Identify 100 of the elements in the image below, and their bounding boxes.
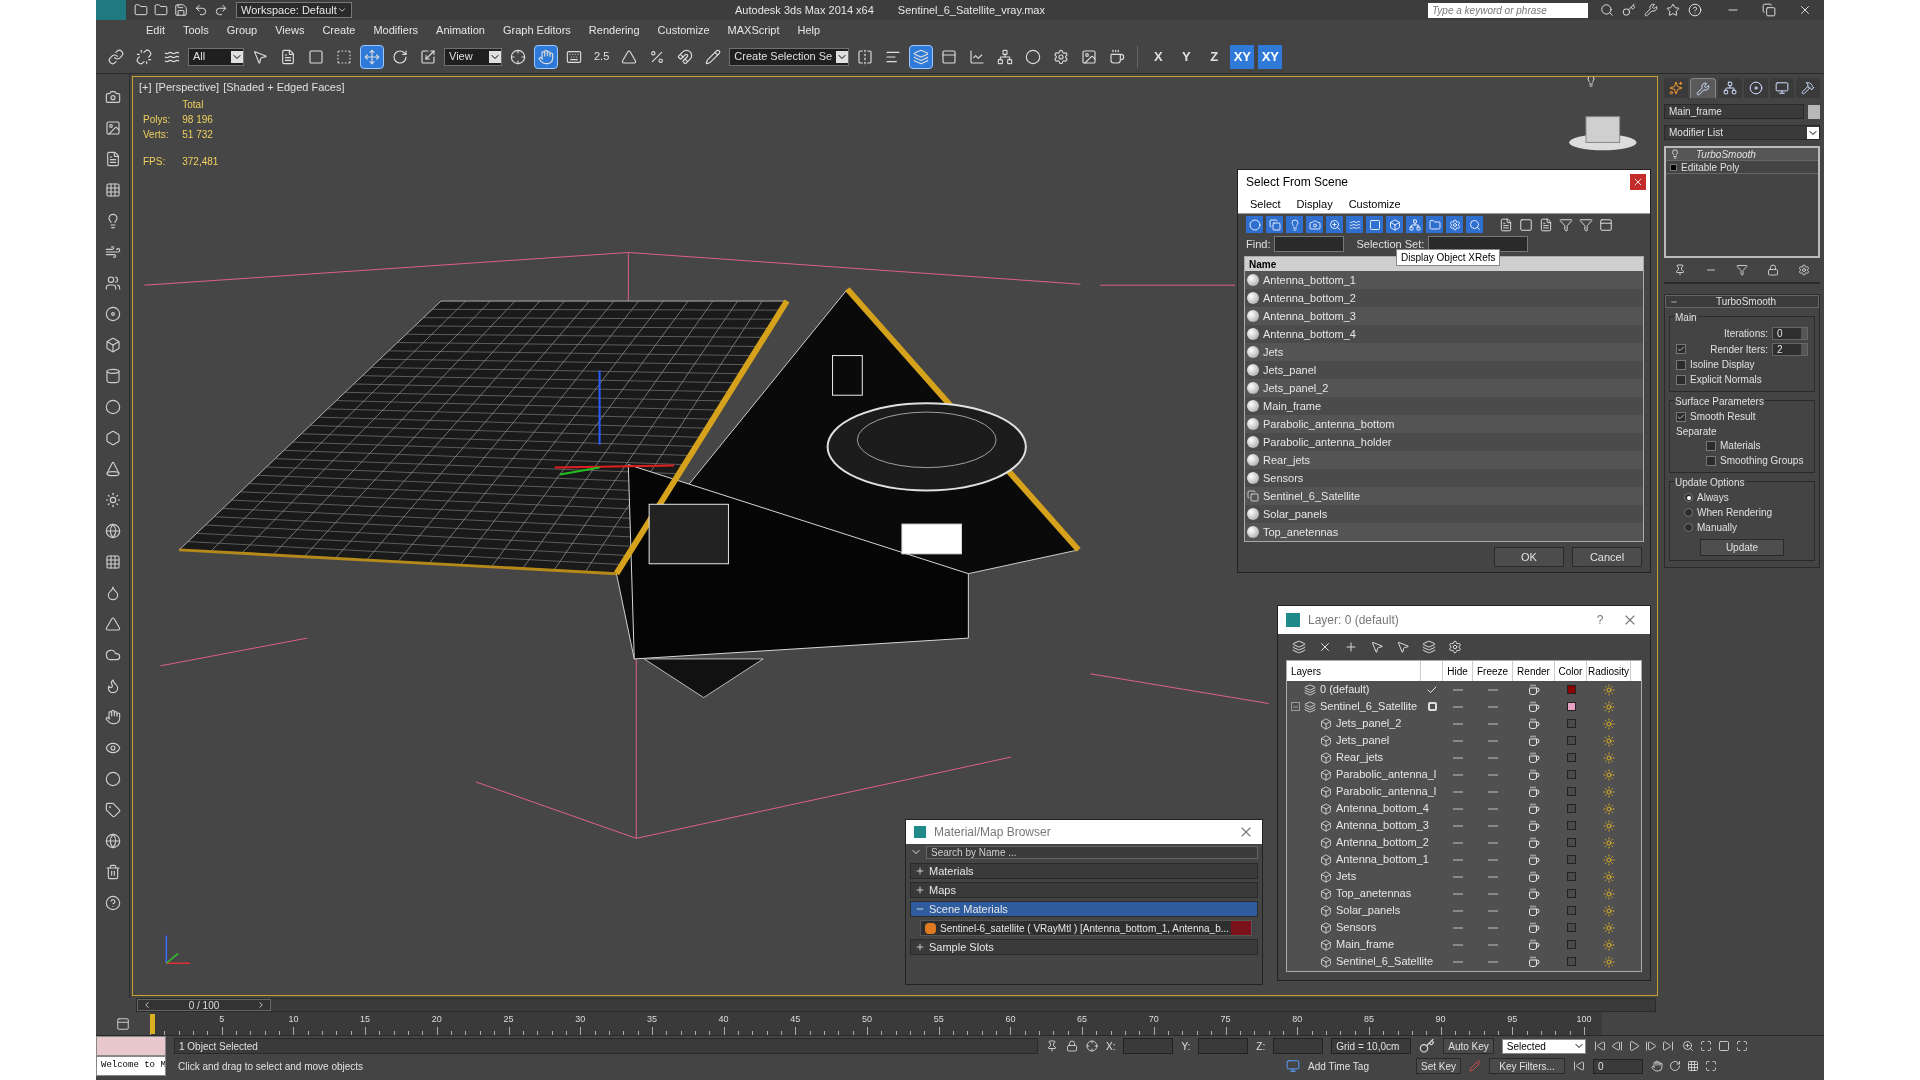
object-list-row[interactable]: Parabolic_antenna_holder [1245,433,1643,451]
script-listener-field[interactable]: Welcome to M [96,1056,166,1076]
window-title: Select From Scene [1246,174,1349,192]
layer-row[interactable]: Sensors [1287,919,1641,936]
viewport-menu-label[interactable]: [Shaded + Edged Faces] [223,79,345,96]
object-list-row[interactable]: Jets [1245,343,1643,361]
object-list-row[interactable]: Antenna_bottom_2 [1245,289,1643,307]
menu-item[interactable]: Group [226,21,258,39]
menu-item[interactable]: Customize [1348,195,1401,213]
named-selection-dropdown[interactable]: Create Selection Se [729,47,850,66]
time-slider-thumb[interactable]: 0 / 100 [137,999,271,1011]
update-button[interactable]: Update [1700,539,1784,556]
object-list-row[interactable]: Top_anetennas [1245,523,1643,541]
layer-row[interactable]: Parabolic_antenna_l [1287,766,1641,783]
object-list-row[interactable]: Parabolic_antenna_bottom [1245,415,1643,433]
layer-row[interactable]: Parabolic_antenna_l [1287,783,1641,800]
menu-item[interactable]: Customize [657,21,710,39]
category-header[interactable]: Sample Slots [910,939,1258,955]
workspace-dropdown[interactable]: Workspace: Default [236,2,352,18]
menu-item[interactable]: Animation [436,21,485,39]
menu-item[interactable]: MAXScript [727,21,780,39]
menu-item[interactable]: Create [322,21,356,39]
object-list-row[interactable]: Antenna_bottom_1 [1245,271,1643,289]
snap-toggle-button[interactable]: 2.5 [590,44,614,69]
frame-number: 40 [718,1013,729,1026]
add-time-tag-button[interactable]: Add Time Tag [1308,1058,1408,1074]
frame-number: 35 [646,1013,657,1026]
layer-row[interactable]: Rear_jets [1287,749,1641,766]
dialog-button[interactable]: Cancel [1572,547,1642,567]
layer-row[interactable]: Antenna_bottom_4 [1287,800,1641,817]
spinner-field[interactable]: 0 [1772,326,1808,340]
layer-row[interactable]: Main_frame [1287,936,1641,953]
layer-row[interactable]: Top_anetennas [1287,885,1641,902]
object-list-row[interactable]: Sensors [1245,469,1643,487]
track-ruler[interactable]: 5 10 15 20 25 30 35 40 45 50 55 60 65 70 75 80 85 90 95 100 [150,1012,1602,1035]
menu-item[interactable]: Select [1250,195,1281,213]
layer-row[interactable]: Sentinel_6_Satellite [1287,698,1641,715]
selection-info: 1 Object Selected [174,1038,1038,1054]
object-list-row[interactable]: Rear_jets [1245,451,1643,469]
material-item[interactable]: Sentinel-6_satellite ( VRayMtl ) [Antenna_bottom_1, Antenna_b... [920,920,1252,936]
axis-constraint-button[interactable]: XY [1230,44,1255,69]
frame-number: 5 [219,1013,225,1026]
viewport-menu-label[interactable]: [+] [139,79,152,96]
axis-constraint-button[interactable]: XY [1258,44,1283,69]
grid-size-display: Grid = 10,0cm [1331,1038,1412,1054]
layer-row[interactable]: Jets [1287,868,1641,885]
layer-row[interactable]: Antenna_bottom_2 [1287,834,1641,851]
radio-label: Manually [1697,521,1738,535]
auto-key-button[interactable]: Auto Key [1443,1038,1494,1054]
object-list-row[interactable]: Antenna_bottom_3 [1245,307,1643,325]
modifier-stack-item[interactable]: Editable Poly [1666,161,1818,174]
set-key-button[interactable]: Set Key [1416,1058,1462,1074]
object-name-field[interactable]: Main_frame [1664,104,1804,119]
time-slider-track[interactable]: 0 / 100 [136,998,1656,1012]
column-header: Color [1558,664,1583,679]
menu-item[interactable]: Edit [146,21,165,39]
axis-constraint-button[interactable]: Z [1202,44,1227,69]
object-list-row[interactable]: Antenna_bottom_4 [1245,325,1643,343]
dialog-button[interactable]: OK [1494,547,1564,567]
category-header[interactable]: Materials [910,863,1258,879]
menu-item[interactable]: Graph Editors [502,21,571,39]
axis-constraint-button[interactable]: Y [1174,44,1199,69]
layer-row[interactable]: Solar_panels [1287,902,1641,919]
reference-coordinate-dropdown[interactable]: View [444,47,502,66]
menu-item[interactable]: Tools [182,21,209,39]
menu-item[interactable]: Rendering [588,21,640,39]
key-mode-dropdown[interactable]: Selected [1501,1038,1586,1054]
layer-row[interactable]: Antenna_bottom_1 [1287,851,1641,868]
rollout-header[interactable]: TurboSmooth [1665,295,1819,308]
layer-row[interactable]: Jets_panel_2 [1287,715,1641,732]
key-filters-button[interactable]: Key Filters... [1489,1058,1566,1074]
object-list-row[interactable]: Jets_panel [1245,361,1643,379]
menu-item[interactable]: Views [275,21,305,39]
axis-constraint-button[interactable]: X [1146,44,1171,69]
menu-item[interactable]: Help [797,21,821,39]
stats-label: Verts: [143,128,170,142]
search-field[interactable]: Type a keyword or phrase [1428,2,1588,18]
object-list-row[interactable]: Solar_panels [1245,505,1643,523]
object-list-row[interactable]: Jets_panel_2 [1245,379,1643,397]
frame-number: 50 [862,1013,872,1026]
object-list-row[interactable]: Main_frame [1245,397,1643,415]
help-button[interactable]: ? [1590,611,1610,629]
radio-label: When Rendering [1697,506,1773,520]
menu-item[interactable]: Display [1296,195,1333,213]
viewport-menu-label[interactable]: [Perspective] [155,79,220,96]
menu-item[interactable]: Modifiers [373,21,419,39]
layer-row[interactable]: Jets_panel [1287,732,1641,749]
layer-row[interactable]: Sentinel_6_Satellite [1287,953,1641,970]
current-frame-field[interactable]: 0 [1593,1058,1644,1074]
search-field[interactable]: Search by Name ... [926,845,1258,859]
category-header[interactable]: Maps [910,882,1258,898]
selection-filter-dropdown[interactable]: All [188,47,244,66]
layer-row[interactable]: Antenna_bottom_3 [1287,817,1641,834]
category-header[interactable]: Scene Materials [910,901,1258,917]
tooltip: Display Object XRefs [1396,249,1501,267]
modifier-stack-item[interactable]: TurboSmooth [1666,148,1818,161]
spinner-field[interactable]: 2 [1772,342,1808,356]
modifier-list-dropdown[interactable]: Modifier List [1664,125,1820,140]
object-list-row[interactable]: Sentinel_6_Satellite [1245,487,1643,505]
layer-row[interactable]: 0 (default) [1287,681,1641,698]
